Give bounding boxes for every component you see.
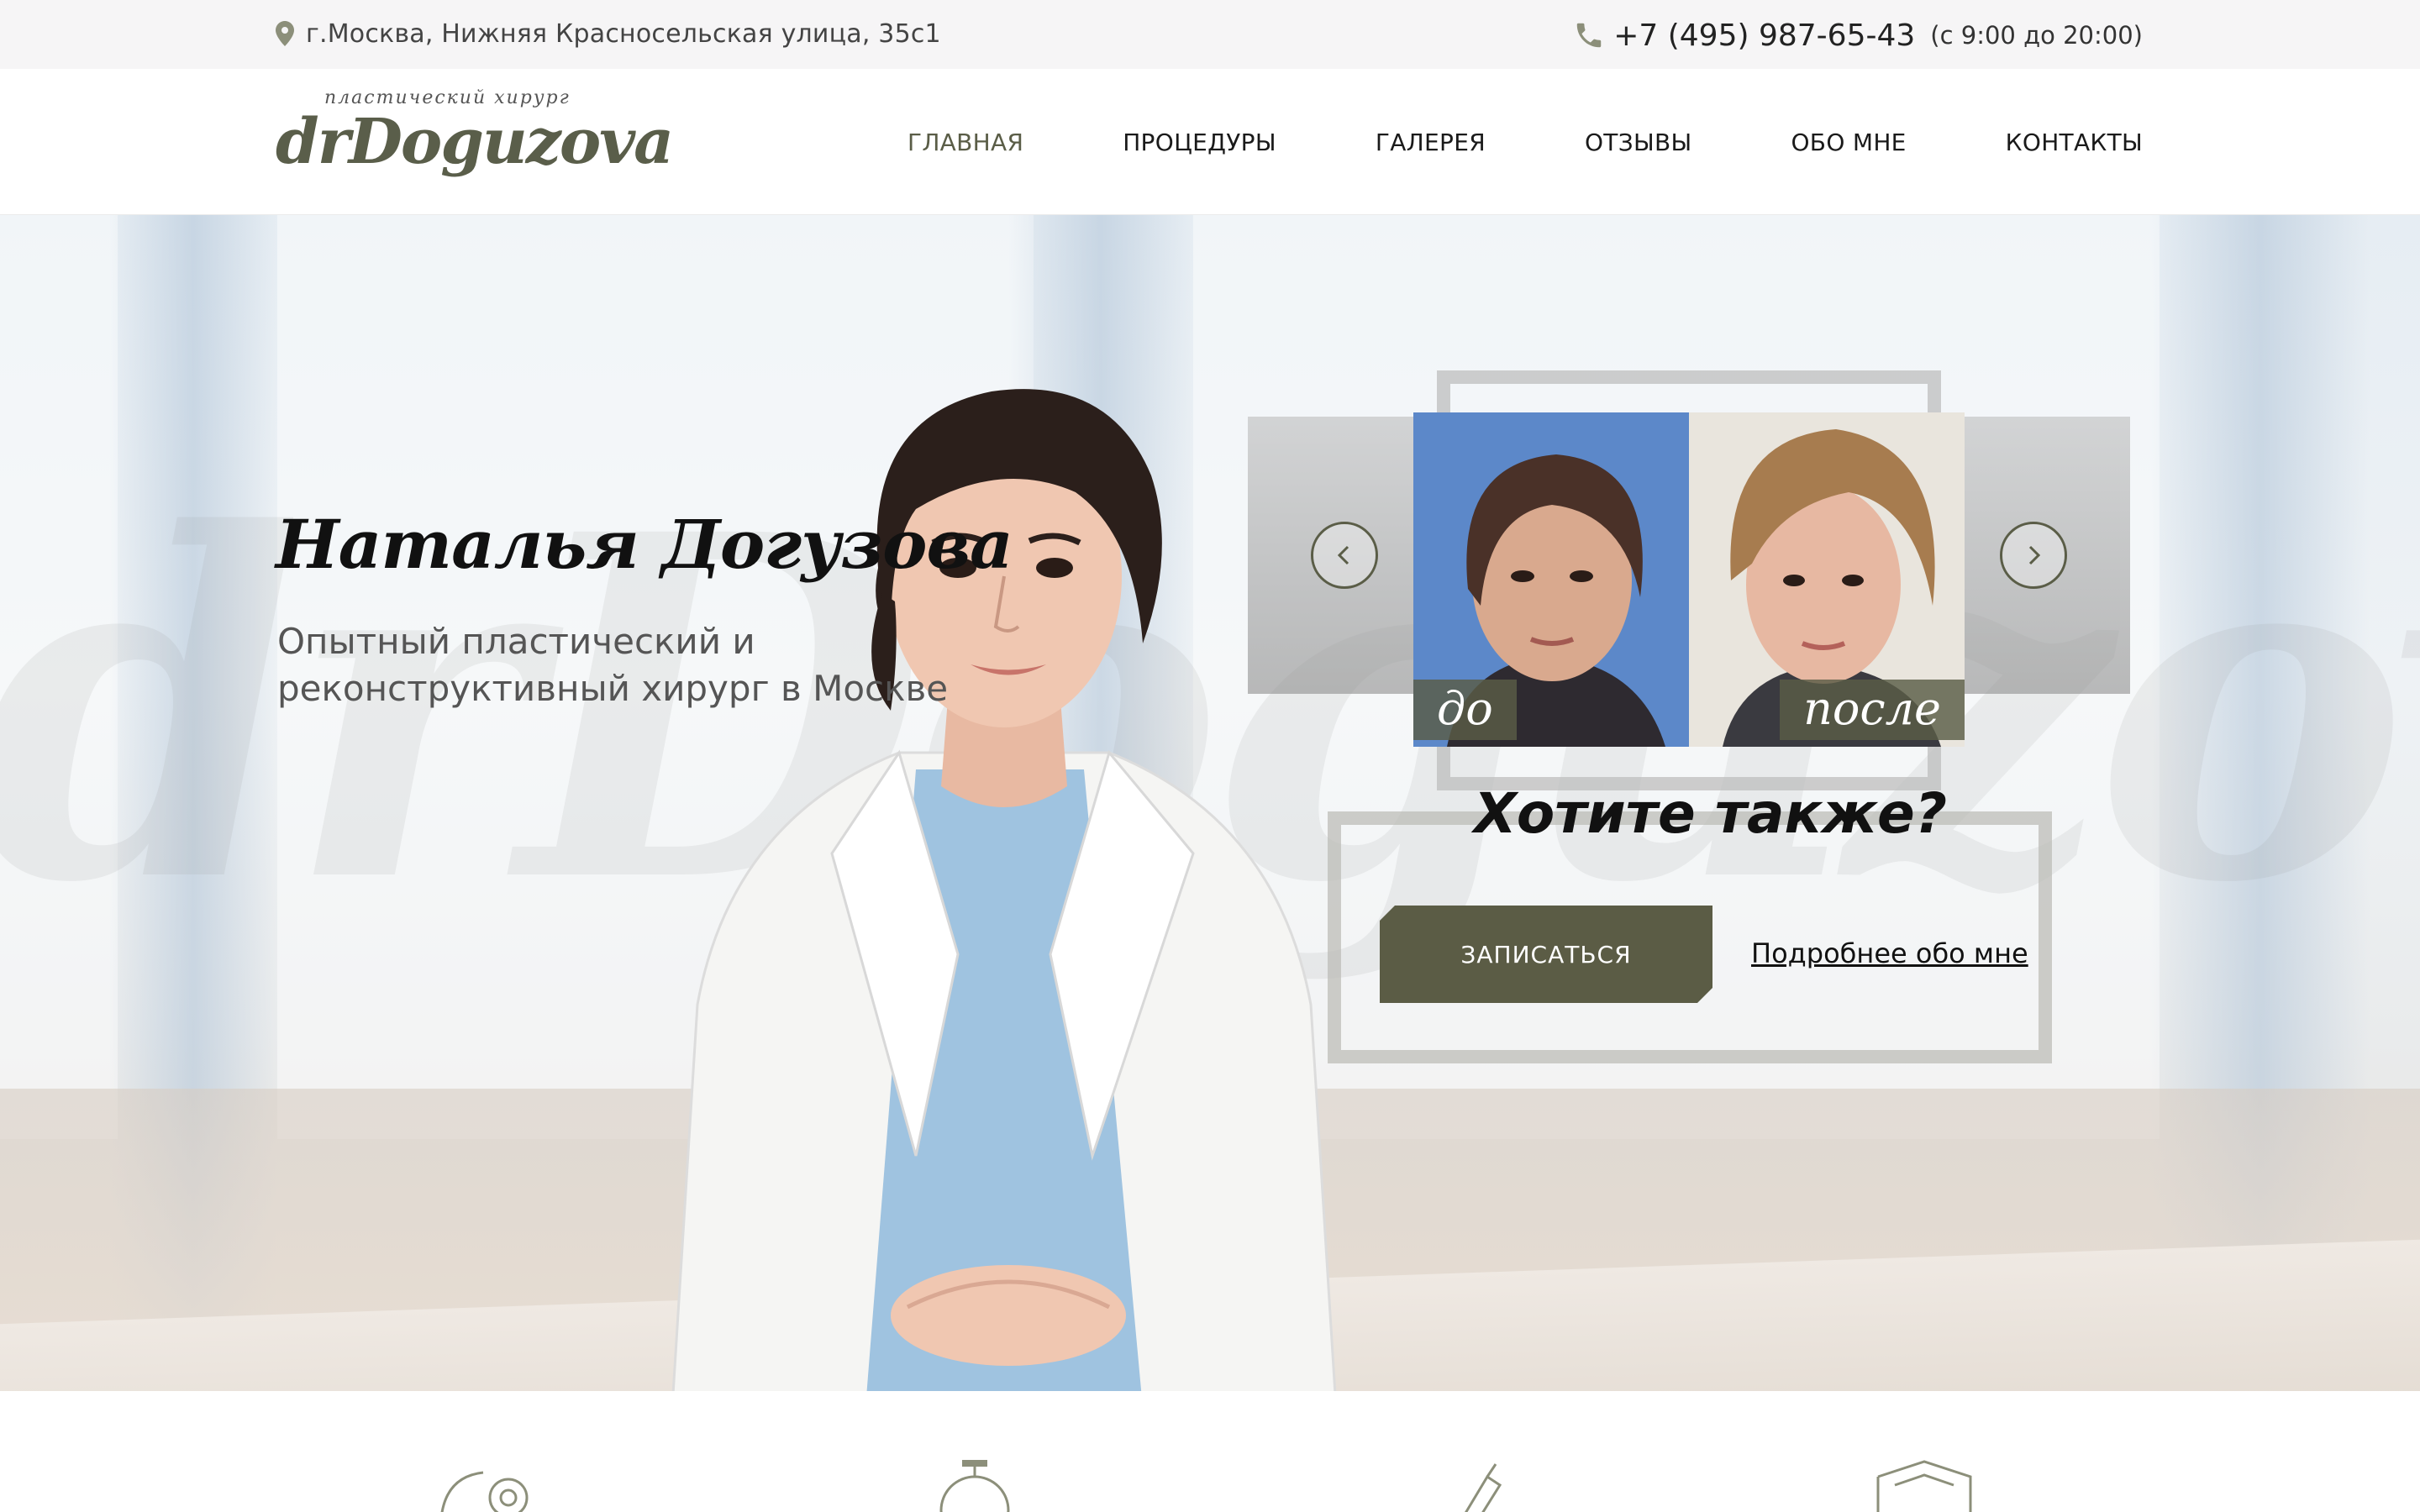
- chevron-left-icon: [1337, 545, 1349, 565]
- slider-prev-button[interactable]: [1311, 522, 1378, 589]
- phone-block: +7 (495) 987-65-43 (с 9:00 до 20:00): [1573, 15, 2143, 55]
- stopwatch-icon: [939, 1460, 1010, 1512]
- gear-hand-icon: [440, 1471, 529, 1512]
- site-logo[interactable]: пластический хирург drDoguzova: [276, 86, 674, 195]
- after-label: после: [1780, 680, 1965, 740]
- chevron-right-icon: [2028, 545, 2041, 565]
- syringe-icon: [1465, 1463, 1502, 1512]
- location-pin-icon: [276, 21, 294, 46]
- cta-box: Хотите также? ЗАПИСАТЬСЯ Подробнее обо м…: [1328, 781, 2052, 1063]
- phone-number-link[interactable]: +7 (495) 987-65-43: [1613, 18, 1915, 53]
- shield-icon: [1876, 1460, 1972, 1512]
- nav-item-about[interactable]: ОБО МНЕ: [1791, 129, 1906, 156]
- site-header: пластический хирург drDoguzova ГЛАВНАЯ П…: [0, 69, 2420, 215]
- before-label: до: [1413, 680, 1517, 740]
- main-nav: ГЛАВНАЯ ПРОЦЕДУРЫ ГАЛЕРЕЯ ОТЗЫВЫ ОБО МНЕ…: [908, 69, 2143, 215]
- before-after-photo: до после: [1413, 412, 1965, 747]
- nav-item-reviews[interactable]: ОТЗЫВЫ: [1585, 129, 1692, 156]
- hero-title: Наталья Догузова: [276, 505, 1013, 584]
- before-after-slider: до после: [1248, 370, 2130, 790]
- cta-question: Хотите также?: [1474, 781, 1948, 846]
- nav-item-procedures[interactable]: ПРОЦЕДУРЫ: [1123, 129, 1276, 156]
- features-strip: [0, 1391, 2420, 1512]
- hero-section: drDoguzova Наталья Догузова Опытный плас…: [0, 215, 2420, 1391]
- before-photo: до: [1413, 412, 1689, 747]
- nav-item-gallery[interactable]: ГАЛЕРЕЯ: [1376, 129, 1486, 156]
- working-hours: (с 9:00 до 20:00): [1930, 21, 2143, 50]
- top-info-bar: г.Москва, Нижняя Красносельская улица, 3…: [0, 0, 2420, 69]
- after-photo: после: [1689, 412, 1965, 747]
- nav-item-home[interactable]: ГЛАВНАЯ: [908, 129, 1023, 156]
- logo-name: drDoguzova: [276, 106, 674, 178]
- address-text: г.Москва, Нижняя Красносельская улица, 3…: [306, 18, 941, 49]
- phone-icon: [1576, 23, 1602, 48]
- nav-item-contacts[interactable]: КОНТАКТЫ: [2006, 129, 2143, 156]
- hero-subtitle: Опытный пластический и реконструктивный …: [277, 621, 949, 709]
- about-me-link[interactable]: Подробнее обо мне: [1751, 937, 2028, 969]
- book-appointment-button[interactable]: ЗАПИСАТЬСЯ: [1380, 906, 1712, 1003]
- address-block: г.Москва, Нижняя Красносельская улица, 3…: [276, 15, 941, 52]
- slider-next-button[interactable]: [2000, 522, 2067, 589]
